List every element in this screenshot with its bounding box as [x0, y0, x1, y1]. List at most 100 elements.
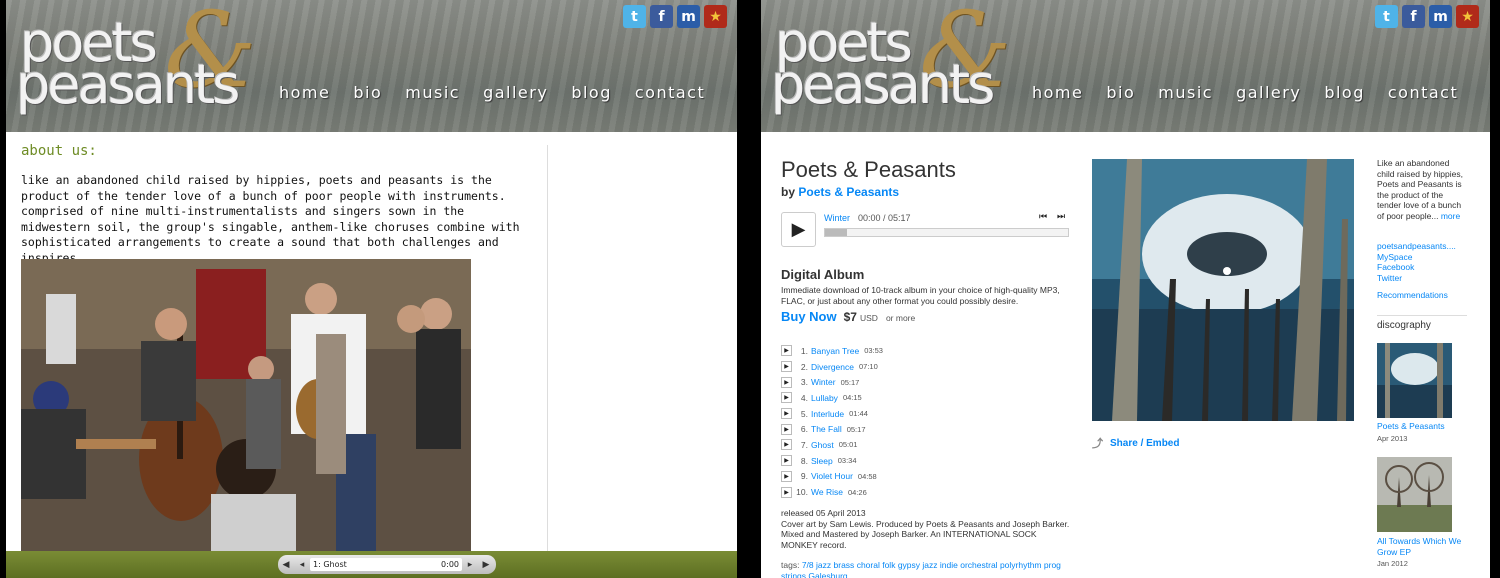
- track-list: ▶ 1. Banyan Tree 03:53 ▶ 2. Divergence 07:10 ▶ 3.…: [781, 343, 1071, 500]
- nav-gallery[interactable]: gallery: [483, 83, 548, 102]
- play-button[interactable]: ▶: [478, 560, 494, 570]
- share-embed-link[interactable]: ⤴ Share / Embed: [1092, 435, 1179, 451]
- track-row: ▶ 10. We Rise 04:26: [781, 484, 1071, 500]
- link-twitter[interactable]: Twitter: [1377, 273, 1456, 284]
- nav-music[interactable]: music: [1158, 83, 1213, 102]
- track-title[interactable]: Sleep: [811, 456, 833, 466]
- discography-thumb-1[interactable]: [1377, 343, 1452, 418]
- nav-music[interactable]: music: [405, 83, 460, 102]
- track-play-icon[interactable]: ▶: [781, 439, 792, 451]
- site-header: poets & peasants t f m ★ home bio music …: [761, 0, 1490, 132]
- track-title[interactable]: We Rise: [811, 487, 843, 497]
- tag-link[interactable]: prog: [1044, 560, 1061, 570]
- discography-title-2[interactable]: All Towards Which We Grow EP: [1377, 536, 1467, 557]
- tag-link[interactable]: polyrhythm: [1000, 560, 1042, 570]
- track-time: 00:00 / 05:17: [858, 213, 911, 223]
- bio-more-link[interactable]: more: [1441, 211, 1460, 221]
- track-play-icon[interactable]: ▶: [781, 361, 792, 373]
- nav-blog[interactable]: blog: [1324, 83, 1365, 102]
- track-title[interactable]: Ghost: [811, 440, 834, 450]
- previous-track-icon[interactable]: ⏮: [1039, 212, 1047, 222]
- about-text: like an abandoned child raised by hippie…: [21, 173, 520, 265]
- track-play-icon[interactable]: ▶: [781, 345, 792, 357]
- tag-link[interactable]: brass: [834, 560, 855, 570]
- discography-title-1[interactable]: Poets & Peasants: [1377, 421, 1467, 432]
- track-duration: 01:44: [849, 409, 868, 419]
- release-info: released 05 April 2013 Cover art by Sam …: [781, 508, 1071, 550]
- link-facebook[interactable]: Facebook: [1377, 262, 1456, 273]
- tag-link[interactable]: jazz: [816, 560, 831, 570]
- track-title[interactable]: Banyan Tree: [811, 346, 859, 356]
- discography-date-1: Apr 2013: [1377, 434, 1408, 443]
- recommendations-link[interactable]: Recommendations: [1377, 290, 1448, 300]
- track-play-icon[interactable]: ▶: [781, 423, 792, 435]
- nav-contact[interactable]: contact: [1388, 83, 1458, 102]
- tag-link[interactable]: folk: [882, 560, 895, 570]
- track-play-icon[interactable]: ▶: [781, 376, 792, 388]
- track-title[interactable]: Violet Hour: [811, 471, 853, 481]
- myspace-icon[interactable]: m: [1429, 5, 1452, 28]
- main-nav: home bio music gallery blog contact: [279, 83, 728, 102]
- track-progress-bar[interactable]: [824, 228, 1069, 237]
- site-logo[interactable]: poets & peasants: [16, 0, 261, 120]
- reverbnation-icon[interactable]: ★: [704, 5, 727, 28]
- player-time: 0:00: [441, 560, 459, 569]
- by-label: by: [781, 185, 796, 199]
- nav-home[interactable]: home: [279, 83, 330, 102]
- track-duration: 03:53: [864, 346, 883, 356]
- track-play-icon[interactable]: ▶: [781, 470, 792, 482]
- tag-link[interactable]: 7/8: [802, 560, 814, 570]
- reverbnation-icon[interactable]: ★: [1456, 5, 1479, 28]
- footer-bar: ◀ ◂ 1: Ghost 0:00 ▸ ▶: [6, 551, 737, 578]
- buy-now-button[interactable]: Buy Now: [781, 309, 837, 324]
- track-title[interactable]: Divergence: [811, 362, 854, 372]
- nav-blog[interactable]: blog: [571, 83, 612, 102]
- track-duration: 04:58: [857, 471, 877, 481]
- tag-link[interactable]: orchestral: [960, 560, 997, 570]
- twitter-icon[interactable]: t: [623, 5, 646, 28]
- track-play-icon[interactable]: ▶: [781, 392, 792, 404]
- track-duration: 07:10: [859, 362, 878, 372]
- track-play-icon[interactable]: ▶: [781, 455, 792, 467]
- track-number: 1.: [800, 345, 808, 356]
- facebook-icon[interactable]: f: [650, 5, 673, 28]
- album-title: Poets & Peasants: [781, 157, 956, 182]
- nav-contact[interactable]: contact: [635, 83, 705, 102]
- track-title[interactable]: Lullaby: [811, 393, 838, 403]
- nav-bio[interactable]: bio: [1106, 83, 1135, 102]
- volume-icon[interactable]: ◀: [278, 560, 294, 570]
- tag-link[interactable]: choral: [857, 560, 880, 570]
- track-play-icon[interactable]: ▶: [781, 408, 792, 420]
- track-title[interactable]: The Fall: [811, 424, 842, 434]
- twitter-icon[interactable]: t: [1375, 5, 1398, 28]
- previous-track-button[interactable]: ◂: [294, 560, 310, 570]
- nav-bio[interactable]: bio: [353, 83, 382, 102]
- track-title[interactable]: Winter: [811, 377, 836, 387]
- site-logo[interactable]: poets & peasants: [771, 0, 1016, 120]
- right-site-window: poets & peasants t f m ★ home bio music …: [761, 0, 1490, 578]
- tag-link[interactable]: gypsy jazz: [898, 560, 938, 570]
- track-duration: 04:26: [847, 487, 867, 497]
- tag-link[interactable]: indie: [940, 560, 958, 570]
- tag-link[interactable]: Galesburg: [808, 571, 847, 578]
- myspace-icon[interactable]: m: [677, 5, 700, 28]
- play-button[interactable]: ▶: [781, 212, 816, 247]
- next-track-icon[interactable]: ⏭: [1057, 212, 1065, 222]
- track-title[interactable]: Interlude: [811, 409, 844, 419]
- tag-link[interactable]: strings: [781, 571, 806, 578]
- current-track-link[interactable]: Winter: [824, 213, 850, 223]
- next-track-button[interactable]: ▸: [462, 560, 478, 570]
- album-cover[interactable]: [1092, 159, 1354, 421]
- artist-links: poetsandpeasants.... MySpace Facebook Tw…: [1377, 241, 1456, 283]
- track-row: ▶ 9. Violet Hour 04:58: [781, 469, 1071, 485]
- nav-gallery[interactable]: gallery: [1236, 83, 1301, 102]
- facebook-icon[interactable]: f: [1402, 5, 1425, 28]
- track-number: 5.: [800, 408, 808, 419]
- artist-link[interactable]: Poets & Peasants: [798, 185, 899, 199]
- discography-thumb-2[interactable]: [1377, 457, 1452, 532]
- social-icons: t f m ★: [623, 5, 731, 28]
- link-website[interactable]: poetsandpeasants....: [1377, 241, 1456, 252]
- link-myspace[interactable]: MySpace: [1377, 252, 1456, 263]
- track-play-icon[interactable]: ▶: [781, 486, 792, 498]
- nav-home[interactable]: home: [1032, 83, 1083, 102]
